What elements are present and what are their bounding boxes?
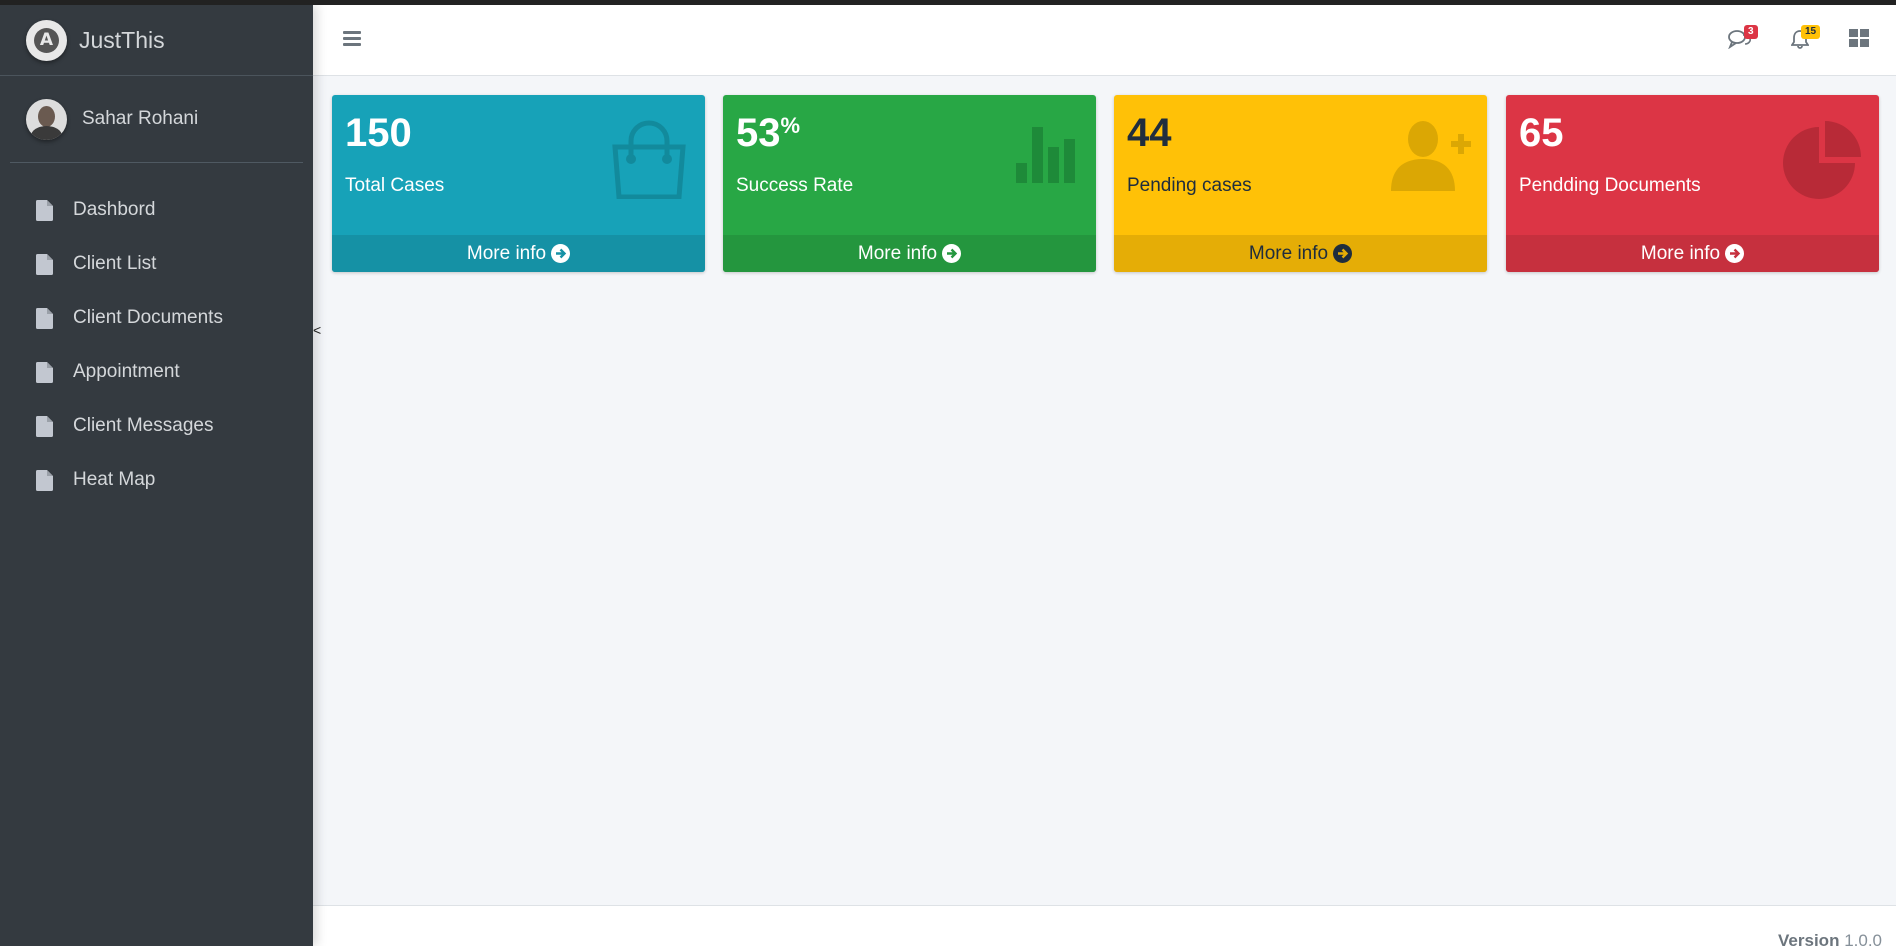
sidebar-item-label: Heat Map — [73, 469, 156, 490]
more-info-link[interactable]: More info — [1114, 235, 1487, 272]
notifications-count-badge: 15 — [1801, 25, 1821, 39]
collapse-arrow[interactable]: < — [313, 322, 321, 338]
notifications-button[interactable]: 15 — [1790, 25, 1821, 54]
sidebar-item-client-documents[interactable]: Client Documents — [10, 291, 303, 345]
info-box-value: 44 — [1127, 111, 1172, 155]
sidebar-item-label: Dashbord — [73, 199, 156, 220]
more-info-label: More info — [857, 242, 938, 264]
more-info-link[interactable]: More info — [723, 235, 1096, 272]
brand-name: JustThis — [79, 26, 165, 53]
info-box-label: Total Cases — [345, 175, 445, 196]
messages-count-badge: 3 — [1744, 25, 1758, 39]
sidebar-item-client-list[interactable]: Client List — [10, 237, 303, 291]
sidebar-item-appointment[interactable]: Appointment — [10, 345, 303, 399]
top-navbar: 3 15 — [313, 5, 1896, 76]
version-label: Version — [1778, 931, 1840, 946]
info-box-value: 53% — [736, 111, 801, 155]
sidebar-item-label: Client List — [73, 253, 157, 274]
bar-chart-icon — [1016, 119, 1080, 188]
sidebar: A JustThis Sahar Rohani Dashbord Client … — [0, 5, 313, 946]
info-box-value: 65 — [1519, 111, 1564, 155]
arrow-circle-right-icon — [551, 244, 571, 263]
sidebar-item-label: Appointment — [73, 361, 180, 382]
avatar — [26, 98, 67, 140]
grid-icon — [1849, 29, 1869, 47]
sidebar-item-client-messages[interactable]: Client Messages — [10, 399, 303, 453]
file-icon — [36, 361, 53, 383]
file-icon — [36, 307, 53, 329]
file-icon — [36, 253, 53, 275]
file-icon — [36, 415, 53, 437]
more-info-link[interactable]: More info — [332, 235, 705, 272]
arrow-circle-right-icon — [1725, 244, 1745, 263]
info-box-success-rate: 53% Success Rate More info — [723, 95, 1096, 272]
user-name[interactable]: Sahar Rohani — [82, 108, 198, 130]
info-box-value: 150 — [345, 111, 412, 155]
info-box-label: Pendding Documents — [1519, 175, 1701, 196]
sidebar-item-label: Client Messages — [73, 415, 214, 436]
main-footer: Version 1.0.0 — [313, 905, 1896, 946]
info-box-label: Pending cases — [1127, 175, 1252, 196]
info-box-pending-cases: 44 Pending cases More info — [1114, 95, 1487, 272]
sidebar-nav: Dashbord Client List Client Documents Ap… — [0, 183, 313, 507]
menu-toggle-icon[interactable] — [343, 31, 361, 47]
arrow-circle-right-icon — [1333, 244, 1353, 263]
file-icon — [36, 469, 53, 491]
arrow-circle-right-icon — [942, 244, 962, 263]
percent-sign: % — [780, 113, 801, 138]
info-box-label: Success Rate — [736, 175, 854, 196]
brand-logo-icon: A — [26, 19, 67, 61]
apps-grid-button[interactable] — [1849, 29, 1869, 52]
more-info-label: More info — [1640, 242, 1721, 264]
more-info-label: More info — [1248, 242, 1329, 264]
user-plus-icon — [1391, 119, 1471, 196]
more-info-label: More info — [466, 242, 547, 264]
shopping-bag-icon — [609, 119, 689, 204]
more-info-link[interactable]: More info — [1506, 235, 1879, 272]
info-box-pending-documents: 65 Pendding Documents More info — [1506, 95, 1879, 272]
messages-button[interactable]: 3 — [1728, 25, 1758, 54]
file-icon — [36, 199, 53, 221]
version-number: 1.0.0 — [1844, 931, 1882, 946]
pie-chart-icon — [1783, 119, 1863, 204]
brand-link[interactable]: A JustThis — [0, 5, 313, 76]
sidebar-item-heat-map[interactable]: Heat Map — [10, 453, 303, 507]
info-box-total-cases: 150 Total Cases More info — [332, 95, 705, 272]
sidebar-item-label: Client Documents — [73, 307, 223, 328]
version-info: Version 1.0.0 — [1778, 931, 1882, 946]
sidebar-item-dashbord[interactable]: Dashbord — [10, 183, 303, 237]
window-top-strip — [0, 0, 1896, 5]
user-panel[interactable]: Sahar Rohani — [10, 76, 303, 163]
